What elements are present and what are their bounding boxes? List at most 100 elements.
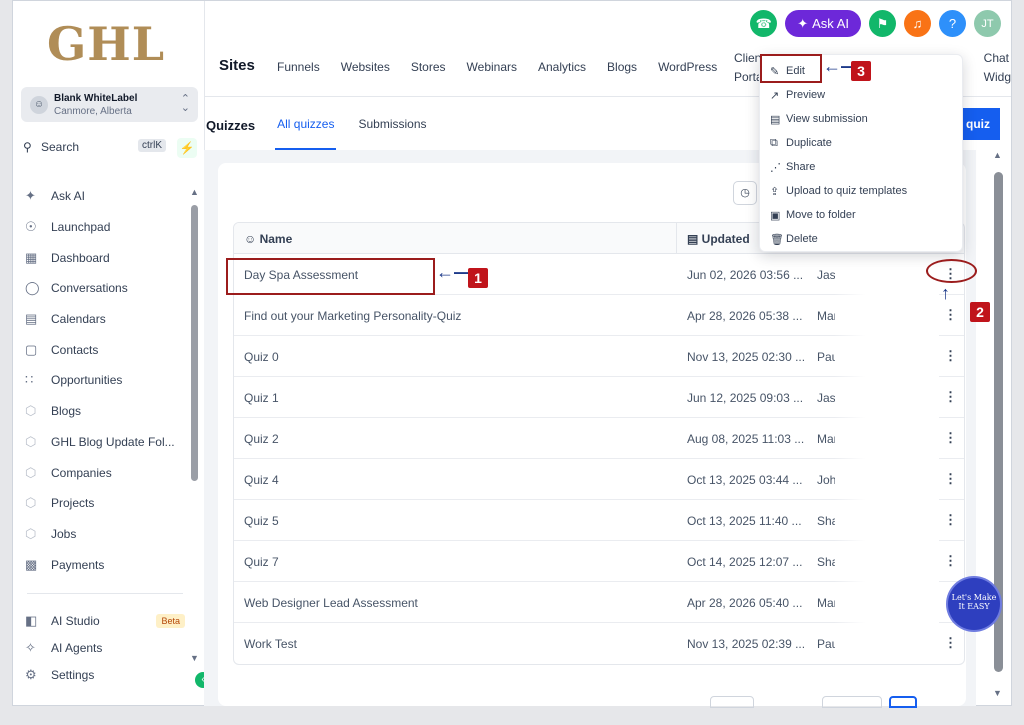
receipt-icon: ▩	[25, 556, 38, 572]
quiz-name[interactable]: Quiz 7	[244, 555, 279, 569]
top-actions: ☎ ✦ Ask AI ⚑ ♫ ? JT	[750, 10, 1001, 37]
sidebar-item-settings[interactable]: ⚙ Settings	[25, 661, 185, 688]
quiz-name[interactable]: Quiz 4	[244, 473, 279, 487]
sidebar-item-ghl-blog-update[interactable]: ⬡ GHL Blog Update Fol...	[25, 427, 185, 458]
search-bar[interactable]: ⚲ Search ctrlK	[21, 134, 171, 160]
scrollbar-thumb[interactable]	[191, 205, 198, 481]
nav-chat-widget[interactable]: Chat Widg	[984, 49, 1011, 87]
sidebar-item-label: Launchpad	[51, 220, 111, 235]
quiz-name[interactable]: Quiz 0	[244, 350, 279, 364]
nav-websites[interactable]: Websites	[341, 60, 390, 74]
pagination-current[interactable]	[889, 696, 917, 708]
quiz-user: Jasr	[817, 391, 835, 405]
sidebar-item-label: Payments	[51, 557, 105, 572]
table-row[interactable]: Quiz 0 Nov 13, 2025 02:30 ... Pau ⋮	[234, 336, 964, 377]
col-name[interactable]: ☺ Name	[244, 232, 292, 246]
menu-item-duplicate[interactable]: ⧉ Duplicate	[760, 131, 962, 155]
sidebar-item-conversations[interactable]: ◯ Conversations	[25, 273, 185, 304]
menu-item-delete[interactable]: 🗑 Delete	[760, 227, 962, 251]
row-actions-menu: ✎ Edit ↗ Preview ▤ View submission ⧉ Duplica…	[759, 54, 963, 252]
more-options-icon[interactable]: ⋮	[944, 348, 957, 364]
menu-item-upload-template[interactable]: ⇪ Upload to quiz templates	[760, 179, 962, 203]
tab-submissions[interactable]: Submissions	[356, 110, 428, 150]
sidebar-item-launchpad[interactable]: ☉ Launchpad	[25, 212, 185, 243]
sidebar-item-ai-agents[interactable]: ✧ AI Agents	[25, 634, 185, 661]
scroll-up-icon[interactable]: ▲	[993, 150, 1002, 160]
quiz-user: Mar	[817, 432, 835, 446]
menu-item-label: Share	[786, 161, 816, 173]
sidebar-item-contacts[interactable]: ▢ Contacts	[25, 334, 185, 365]
sidebar-item-opportunities[interactable]: ∷ Opportunities	[25, 365, 185, 396]
bolt-icon[interactable]: ⚡	[177, 138, 197, 158]
sidebar-item-label: AI Agents	[51, 640, 103, 655]
account-location: Canmore, Alberta	[54, 106, 132, 117]
tab-all-quizzes[interactable]: All quizzes	[275, 110, 337, 150]
nav-funnels[interactable]: Funnels	[277, 60, 320, 74]
menu-item-view-submission[interactable]: ▤ View submission	[760, 107, 962, 131]
sidebar-item-companies[interactable]: ⬡ Companies	[25, 457, 185, 488]
table-row[interactable]: Work Test Nov 13, 2025 02:39 ... Pau ⋮	[234, 623, 964, 664]
sidebar-item-jobs[interactable]: ⬡ Jobs	[25, 519, 185, 550]
cube-icon: ⬡	[25, 495, 37, 511]
scroll-up-icon[interactable]: ▲	[190, 187, 199, 197]
clock-icon[interactable]: ◷	[733, 181, 757, 205]
more-options-icon[interactable]: ⋮	[944, 471, 957, 487]
nav-analytics[interactable]: Analytics	[538, 60, 586, 74]
nav-wordpress[interactable]: WordPress	[658, 60, 717, 74]
menu-item-preview[interactable]: ↗ Preview	[760, 83, 962, 107]
ask-ai-button[interactable]: ✦ Ask AI	[785, 10, 861, 37]
sidebar-item-label: Conversations	[51, 281, 128, 296]
quiz-name[interactable]: Web Designer Lead Assessment	[244, 596, 418, 610]
table-row[interactable]: Web Designer Lead Assessment Apr 28, 2026…	[234, 582, 964, 623]
pagination-prev[interactable]	[710, 696, 754, 708]
more-options-icon[interactable]: ⋮	[944, 307, 957, 323]
sidebar-item-projects[interactable]: ⬡ Projects	[25, 488, 185, 519]
sidebar-item-calendars[interactable]: ▤ Calendars	[25, 304, 185, 335]
phone-icon[interactable]: ☎	[750, 10, 778, 37]
avatar[interactable]: JT	[974, 10, 1001, 37]
table-row[interactable]: Quiz 7 Oct 14, 2025 12:07 ... Sha ⋮	[234, 541, 964, 582]
sidebar-item-ai-studio[interactable]: ◧ AI Studio Beta	[25, 607, 185, 634]
menu-item-share[interactable]: ⋰ Share	[760, 155, 962, 179]
table-row[interactable]: Quiz 1 Jun 12, 2025 09:03 ... Jasr ⋮	[234, 377, 964, 418]
more-options-icon[interactable]: ⋮	[944, 430, 957, 446]
more-options-icon[interactable]: ⋮	[944, 553, 957, 569]
trash-icon: 🗑	[770, 233, 784, 246]
sidebar-scrollbar[interactable]: ▲ ▼	[190, 187, 199, 663]
sidebar: GHL ☺ Blank WhiteLabel Canmore, Alberta …	[13, 1, 211, 705]
sidebar-item-ask-ai[interactable]: ✦ Ask AI	[25, 181, 185, 212]
account-name: Blank WhiteLabel	[54, 93, 138, 104]
quiz-name[interactable]: Quiz 5	[244, 514, 279, 528]
quiz-name[interactable]: Quiz 1	[244, 391, 279, 405]
table-row[interactable]: Quiz 5 Oct 13, 2025 11:40 ... Sha ⋮	[234, 500, 964, 541]
row-fade	[834, 377, 939, 418]
bell-icon[interactable]: ♫	[904, 10, 931, 37]
more-options-icon[interactable]: ⋮	[944, 635, 957, 651]
more-options-icon[interactable]: ⋮	[944, 512, 957, 528]
nav-blogs[interactable]: Blogs	[607, 60, 637, 74]
step-badge-2: 2	[970, 302, 990, 322]
table-row[interactable]: Find out your Marketing Personality-Quiz…	[234, 295, 964, 336]
gear-icon: ⚙	[25, 666, 37, 682]
more-options-icon[interactable]: ⋮	[944, 389, 957, 405]
sidebar-item-dashboard[interactable]: ▦ Dashboard	[25, 242, 185, 273]
scroll-down-icon[interactable]: ▼	[190, 653, 199, 663]
megaphone-icon[interactable]: ⚑	[869, 10, 896, 37]
pipeline-icon: ∷	[25, 372, 34, 388]
pagination-pages[interactable]	[822, 696, 882, 708]
quiz-name[interactable]: Quiz 2	[244, 432, 279, 446]
sidebar-nav-secondary: ◧ AI Studio Beta ✧ AI Agents ⚙ Settings	[25, 607, 185, 688]
nav-stores[interactable]: Stores	[411, 60, 446, 74]
account-switcher[interactable]: ☺ Blank WhiteLabel Canmore, Alberta ⌃ ⌄	[21, 87, 198, 122]
sidebar-item-blogs[interactable]: ⬡ Blogs	[25, 396, 185, 427]
nav-webinars[interactable]: Webinars	[467, 60, 517, 74]
quiz-name[interactable]: Work Test	[244, 637, 297, 651]
table-row[interactable]: Quiz 4 Oct 13, 2025 03:44 ... Joh ⋮	[234, 459, 964, 500]
help-icon[interactable]: ?	[939, 10, 966, 37]
scroll-down-icon[interactable]: ▼	[993, 688, 1002, 698]
sidebar-item-payments[interactable]: ▩ Payments	[25, 549, 185, 580]
table-row[interactable]: Quiz 2 Aug 08, 2025 11:03 ... Mar ⋮	[234, 418, 964, 459]
rocket-icon: ☉	[25, 219, 37, 235]
menu-item-move-folder[interactable]: ▣ Move to folder	[760, 203, 962, 227]
quiz-name[interactable]: Find out your Marketing Personality-Quiz	[244, 309, 461, 323]
